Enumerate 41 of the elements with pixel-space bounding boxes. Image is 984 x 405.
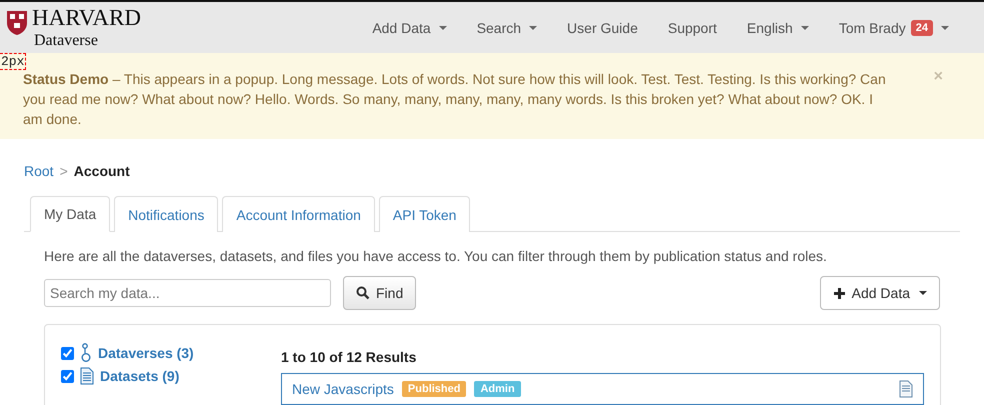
nav-menu-item[interactable]: English [732, 20, 824, 36]
document-icon [899, 380, 913, 398]
status-tag: Published [402, 381, 466, 397]
breadcrumb-current: Account [74, 163, 130, 181]
results-count: 1 to 10 of 12 Results [281, 349, 418, 365]
shield-logo-icon [6, 10, 28, 36]
notification-count: 24 [910, 20, 933, 36]
debug-label: 2px [0, 53, 26, 70]
tab[interactable]: Account Information [222, 196, 375, 232]
brand-title[interactable]: HARVARD [32, 4, 141, 30]
search-field[interactable]: Search my data... [44, 279, 331, 307]
filter-checkbox[interactable] [61, 346, 74, 360]
dataverse-icon [80, 343, 92, 363]
tab[interactable]: My Data [30, 196, 110, 232]
breadcrumb-separator: > [60, 163, 68, 181]
filter-label[interactable]: Dataverses (3) [98, 345, 194, 361]
caret-icon [529, 26, 538, 30]
document-icon [80, 367, 94, 385]
result-title-link[interactable]: New Javascripts [292, 381, 394, 397]
brand-subtitle[interactable]: Dataverse [34, 30, 141, 50]
alert-message: Status Demo – This appears in a popup. Long message. Lots of words. Not sure how this will look. Test. Test. Testing. Is this working? Can you read me now? What about now? Hello. Words. So many, many, many, many, many words. Is this broken yet? What about now? OK. I am done. [23, 70, 887, 129]
breadcrumb-link[interactable]: Root [24, 163, 54, 183]
intro-text: Here are all the dataverses, datasets, and files you have access to. You can filter through them by publication status and roles. [44, 247, 828, 266]
tab[interactable]: Notifications [114, 196, 218, 232]
plus-icon [832, 286, 846, 300]
caret-icon [800, 26, 809, 30]
filter-label[interactable]: Datasets (9) [100, 368, 180, 384]
tab[interactable]: API Token [378, 196, 470, 232]
nav-menu-item[interactable]: User Guide [552, 20, 653, 36]
find-button[interactable]: Find [343, 276, 416, 310]
nav-menu-item[interactable]: Search [462, 20, 552, 36]
add-data-button[interactable]: Add Data [820, 276, 940, 310]
filter-checkbox[interactable] [61, 370, 74, 382]
nav-menu-item[interactable]: Add Data [357, 20, 462, 36]
search-icon [356, 286, 370, 300]
nav-menu-item[interactable]: Support [652, 20, 732, 36]
status-tag: Admin [474, 381, 521, 397]
caret-icon [941, 26, 949, 30]
nav-menu-item[interactable]: Tom Brady 24 [824, 20, 964, 36]
caret-icon [919, 291, 927, 295]
caret-icon [438, 26, 447, 30]
